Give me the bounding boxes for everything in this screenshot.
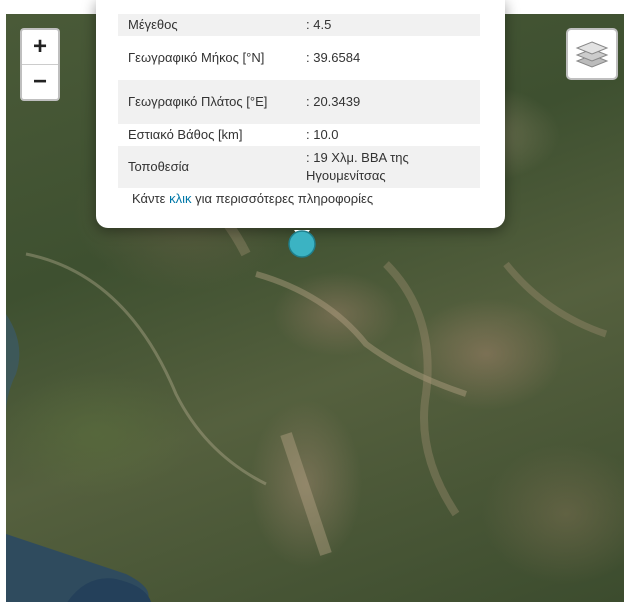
row-latitude: Γεωγραφικό Μήκος [°N] : 39.6584: [118, 36, 480, 80]
row-label: Γεωγραφικό Πλάτος [°E]: [118, 80, 296, 124]
layers-icon: [575, 41, 609, 68]
row-label: Τοποθεσία: [118, 146, 296, 188]
zoom-control: + −: [20, 28, 60, 101]
earthquake-info-popup: Μέγεθος : 4.5 Γεωγραφικό Μήκος [°N] : 39…: [96, 0, 505, 228]
row-longitude: Γεωγραφικό Πλάτος [°E] : 20.3439: [118, 80, 480, 124]
more-suffix: για περισσότερες πληροφορίες: [195, 191, 374, 206]
layers-button[interactable]: [566, 28, 618, 80]
zoom-out-button[interactable]: −: [22, 64, 58, 99]
row-label: Μέγεθος: [118, 14, 296, 36]
earthquake-marker-icon[interactable]: [286, 228, 318, 260]
more-info-link[interactable]: κλικ: [169, 191, 191, 206]
row-value: : 19 Χλμ. ΒΒΑ της Ηγουμενίτσας: [296, 146, 480, 188]
zoom-in-button[interactable]: +: [22, 30, 58, 64]
row-location: Τοποθεσία : 19 Χλμ. ΒΒΑ της Ηγουμενίτσας: [118, 146, 480, 188]
row-value: : 39.6584: [306, 50, 361, 65]
row-magnitude: Μέγεθος : 4.5: [118, 14, 480, 36]
row-label: Γεωγραφικό Μήκος [°N]: [128, 50, 265, 65]
row-label: Εστιακό Βάθος [km]: [128, 127, 243, 142]
more-prefix: Κάντε: [132, 191, 166, 206]
row-value: : 4.5: [296, 14, 480, 36]
earthquake-details-table: Μέγεθος : 4.5 Γεωγραφικό Μήκος [°N] : 39…: [118, 14, 480, 188]
row-value: : 20.3439: [296, 80, 480, 124]
row-value: : 10.0: [306, 127, 339, 142]
more-info-text: Κάντε κλικ για περισσότερες πληροφορίες: [132, 191, 373, 206]
row-depth: Εστιακό Βάθος [km] : 10.0: [118, 124, 480, 146]
